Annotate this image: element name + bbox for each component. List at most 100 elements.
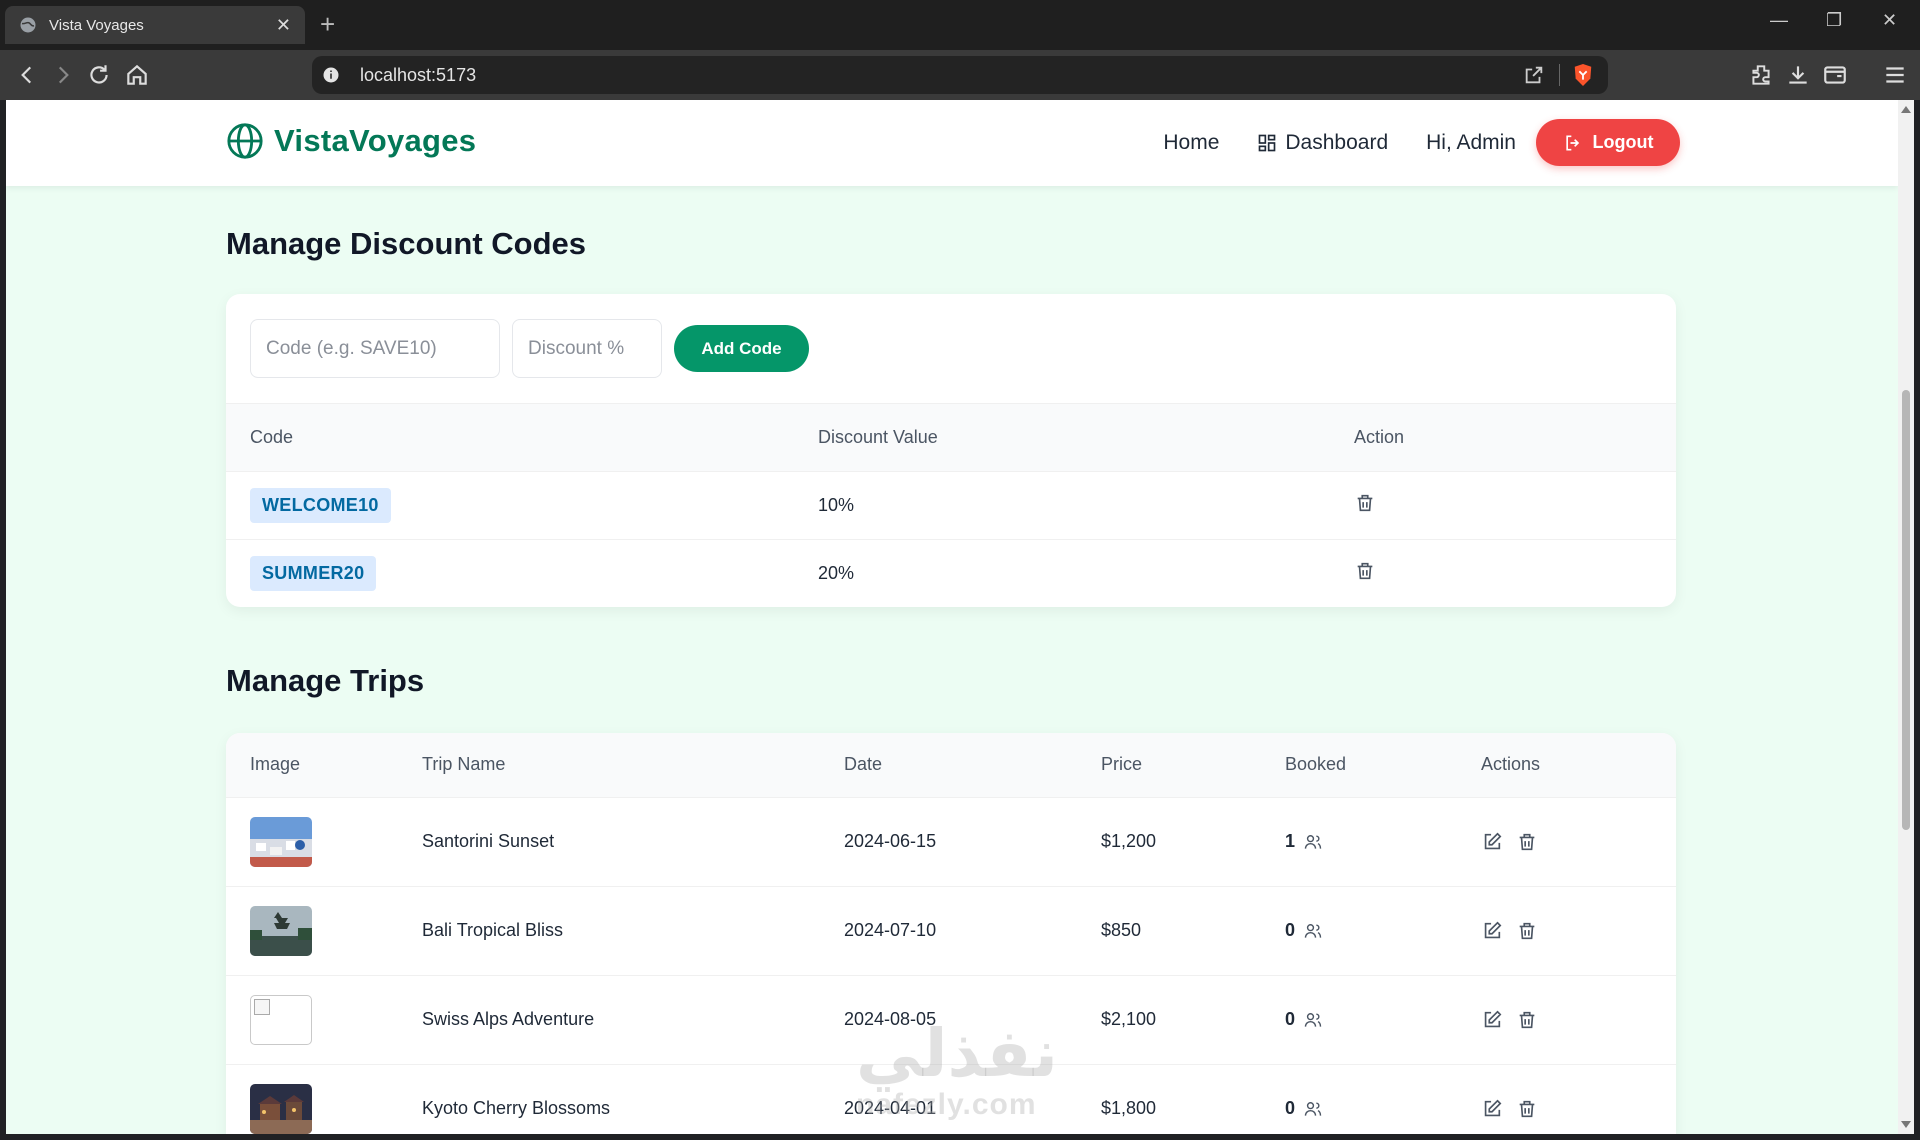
reload-icon[interactable] [86, 62, 112, 88]
add-code-button[interactable]: Add Code [674, 325, 809, 372]
scroll-down-arrow-icon[interactable] [1901, 1121, 1911, 1128]
page-scrollbar[interactable] [1898, 100, 1914, 1134]
share-icon[interactable] [1523, 64, 1545, 86]
edit-icon[interactable] [1481, 1098, 1503, 1120]
browser-tab[interactable]: Vista Voyages ✕ [5, 6, 305, 44]
table-row: Bali Tropical Bliss 2024-07-10 $850 0 [226, 885, 1676, 975]
minimize-icon[interactable]: — [1770, 10, 1788, 31]
column-header-trip-name: Trip Name [422, 733, 844, 797]
code-input[interactable] [250, 319, 500, 378]
tab-title: Vista Voyages [49, 16, 144, 34]
booked-count: 1 [1285, 831, 1323, 852]
logout-icon [1565, 135, 1579, 150]
main-nav: Home Dashboard Hi, Admin Logout [1163, 119, 1680, 166]
column-header-code: Code [226, 404, 818, 471]
site-header: VistaVoyages Home Dashboard Hi, Admin Lo… [6, 100, 1898, 186]
discount-codes-table: Code Discount Value Action WELCOME10 10%… [226, 404, 1676, 607]
new-tab-button[interactable]: + [320, 10, 335, 38]
wallet-icon[interactable] [1822, 62, 1848, 88]
trips-card: Image Trip Name Date Price Booked Action… [226, 733, 1676, 1134]
column-header-date: Date [844, 733, 1101, 797]
column-header-actions: Actions [1481, 733, 1676, 797]
users-icon [1304, 923, 1322, 938]
discounts-title: Manage Discount Codes [226, 226, 586, 261]
trash-icon[interactable] [1516, 920, 1538, 942]
trip-name: Swiss Alps Adventure [422, 974, 844, 1064]
row-actions [1481, 831, 1676, 853]
column-header-action: Action [1354, 404, 1676, 471]
trash-icon[interactable] [1516, 1098, 1538, 1120]
trip-name: Bali Tropical Bliss [422, 885, 844, 975]
back-icon[interactable] [14, 62, 40, 88]
row-actions [1481, 920, 1676, 942]
trip-thumbnail-kyoto [250, 1083, 312, 1134]
close-tab-icon[interactable]: ✕ [276, 15, 291, 36]
trip-date: 2024-08-05 [844, 974, 1101, 1064]
discount-value: 10% [818, 470, 1354, 539]
column-header-image: Image [226, 733, 422, 797]
trip-price: $1,200 [1101, 796, 1285, 886]
column-header-discount-value: Discount Value [818, 404, 1354, 471]
edit-icon[interactable] [1481, 831, 1503, 853]
site-info-icon[interactable] [322, 66, 340, 84]
users-icon [1304, 834, 1322, 849]
logout-label: Logout [1592, 132, 1654, 152]
booked-value: 1 [1285, 831, 1296, 851]
add-code-form: Add Code [226, 294, 1676, 404]
scroll-up-arrow-icon[interactable] [1901, 106, 1911, 113]
page-viewport: VistaVoyages Home Dashboard Hi, Admin Lo… [6, 100, 1898, 1134]
brand-logo[interactable]: VistaVoyages [226, 122, 476, 160]
booked-count: 0 [1285, 1098, 1323, 1119]
trips-title: Manage Trips [226, 663, 425, 698]
discounts-card: Add Code Code Discount Value Action WELC… [226, 294, 1676, 607]
globe-icon [20, 17, 36, 33]
booked-value: 0 [1285, 1098, 1296, 1119]
trash-icon[interactable] [1354, 492, 1376, 514]
download-icon[interactable] [1785, 62, 1811, 88]
discount-value: 20% [818, 538, 1354, 607]
browser-toolbar: localhost:5173 [0, 50, 1920, 100]
restore-icon[interactable]: ❐ [1826, 10, 1842, 31]
discount-percent-input[interactable] [512, 319, 662, 378]
brand-name: VistaVoyages [274, 123, 477, 158]
users-icon [1304, 1101, 1322, 1116]
broken-image-icon [250, 994, 312, 1045]
trip-thumbnail-bali [250, 905, 312, 956]
booked-value: 0 [1285, 920, 1296, 940]
code-badge: WELCOME10 [250, 487, 391, 523]
logout-button[interactable]: Logout [1536, 119, 1680, 166]
row-actions [1481, 1009, 1676, 1031]
edit-icon[interactable] [1481, 920, 1503, 942]
close-window-icon[interactable]: ✕ [1882, 10, 1897, 31]
nav-home-link[interactable]: Home [1163, 131, 1219, 155]
trip-date: 2024-06-15 [844, 796, 1101, 886]
address-bar[interactable]: localhost:5173 [312, 56, 1608, 94]
code-badge: SUMMER20 [250, 555, 377, 591]
scrollbar-thumb[interactable] [1902, 390, 1910, 830]
trash-icon[interactable] [1354, 560, 1376, 582]
table-row: WELCOME10 10% [226, 470, 1676, 539]
table-header-row: Code Discount Value Action [226, 404, 1676, 471]
trips-table: Image Trip Name Date Price Booked Action… [226, 733, 1676, 1134]
trash-icon[interactable] [1516, 831, 1538, 853]
trip-name: Santorini Sunset [422, 796, 844, 886]
table-row: Santorini Sunset 2024-06-15 $1,200 1 [226, 796, 1676, 886]
table-row: Kyoto Cherry Blossoms 2024-04-01 $1,800 … [226, 1063, 1676, 1134]
edit-icon[interactable] [1481, 1009, 1503, 1031]
trash-icon[interactable] [1516, 1009, 1538, 1031]
table-header-row: Image Trip Name Date Price Booked Action… [226, 733, 1676, 797]
toolbar-divider [1559, 64, 1560, 86]
trip-price: $2,100 [1101, 974, 1285, 1064]
table-row: Swiss Alps Adventure 2024-08-05 $2,100 0 [226, 974, 1676, 1064]
brave-shield-icon[interactable] [1572, 63, 1594, 87]
home-icon[interactable] [124, 62, 150, 88]
user-greeting: Hi, Admin [1426, 130, 1516, 154]
trip-date: 2024-07-10 [844, 885, 1101, 975]
forward-icon[interactable] [50, 62, 76, 88]
trip-name: Kyoto Cherry Blossoms [422, 1063, 844, 1134]
extensions-icon[interactable] [1748, 62, 1774, 88]
booked-count: 0 [1285, 1009, 1323, 1030]
nav-dashboard-link[interactable]: Dashboard [1257, 131, 1388, 155]
menu-icon[interactable] [1882, 62, 1908, 88]
users-icon [1304, 1012, 1322, 1027]
